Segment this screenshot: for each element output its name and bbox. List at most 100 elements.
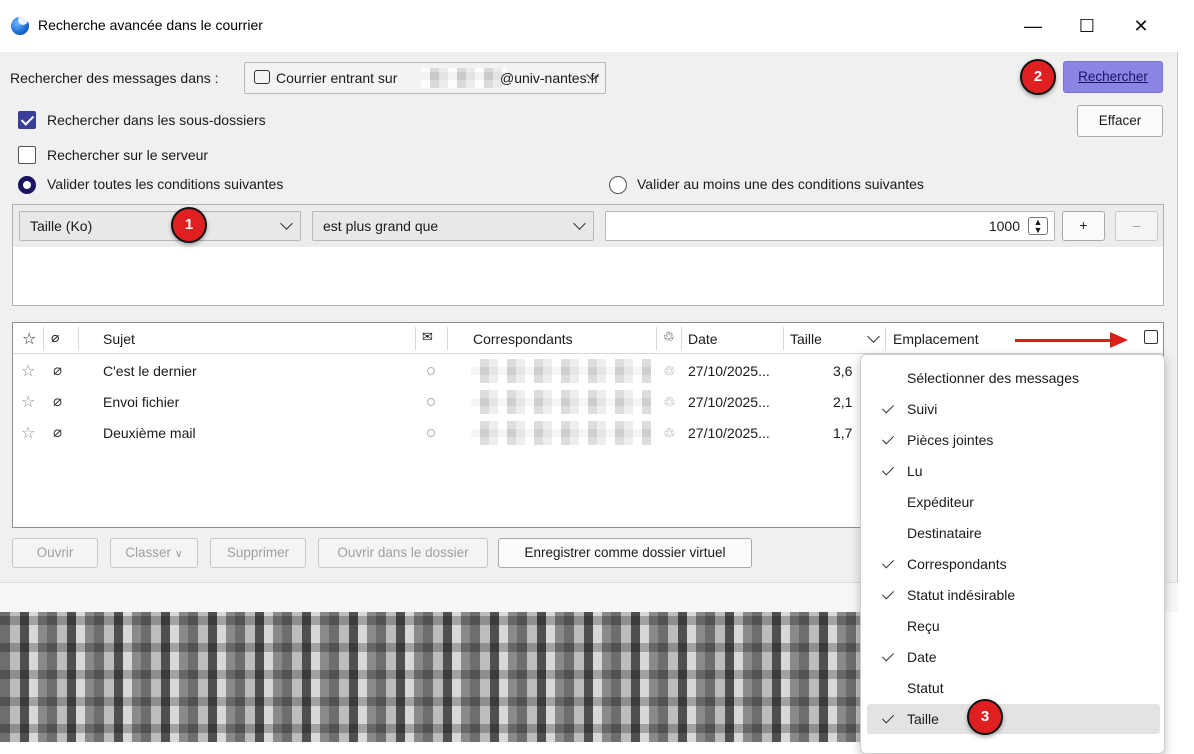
message-subject: Deuxième mail — [103, 425, 196, 441]
menu-item-label: Expéditeur — [907, 494, 974, 510]
menu-item-label: Correspondants — [907, 556, 1007, 572]
column-separator — [783, 327, 784, 350]
check-icon — [881, 556, 895, 569]
attachment-column-icon[interactable]: ⌀ — [51, 329, 59, 346]
message-size: 1,7 — [833, 425, 853, 441]
check-icon — [881, 587, 895, 600]
column-separator — [885, 327, 886, 350]
search-in-label: Rechercher des messages dans : — [10, 70, 219, 86]
redacted-correspondent — [471, 359, 651, 383]
window-title: Recherche avancée dans le courrier — [38, 17, 263, 33]
subfolders-checkbox[interactable] — [18, 111, 36, 129]
maximize-button[interactable]: ☐ — [1064, 12, 1110, 40]
junk-status-icon[interactable]: ♲ — [663, 394, 676, 411]
attachment-icon: ⌀ — [53, 393, 63, 410]
annotation-arrow-head — [1110, 332, 1128, 348]
redacted-correspondent — [471, 421, 651, 445]
open-in-folder-button[interactable]: Ouvrir dans le dossier — [318, 538, 488, 568]
junk-status-icon[interactable]: ♲ — [663, 363, 676, 380]
thunderbird-logo-icon — [11, 15, 29, 35]
message-subject: C'est le dernier — [103, 363, 197, 379]
column-separator — [78, 327, 79, 350]
read-status-column-icon[interactable]: ✉ — [422, 329, 433, 345]
match-any-label: Valider au moins une des conditions suiv… — [637, 176, 924, 192]
match-all-label: Valider toutes les conditions suivantes — [47, 176, 284, 192]
clear-button[interactable]: Effacer — [1077, 105, 1163, 137]
menu-item-label: Statut indésirable — [907, 587, 1016, 603]
date-column-header[interactable]: Date — [688, 331, 718, 347]
file-button[interactable]: Classer ∨ — [110, 538, 198, 568]
attachment-icon: ⌀ — [53, 362, 63, 379]
menu-item-status[interactable]: Statut — [867, 673, 1160, 703]
star-icon[interactable]: ☆ — [21, 361, 35, 381]
close-button[interactable]: ✕ — [1118, 12, 1164, 40]
menu-item-size[interactable]: Taille — [867, 704, 1160, 734]
menu-item-label: Reçu — [907, 618, 940, 634]
star-icon[interactable]: ☆ — [21, 392, 35, 412]
unread-dot-icon[interactable] — [427, 429, 435, 437]
unread-dot-icon[interactable] — [427, 367, 435, 375]
operator-select[interactable]: est plus grand que — [312, 211, 594, 241]
correspondents-column-header[interactable]: Correspondants — [473, 331, 573, 347]
step-badge-1: 1 — [171, 207, 207, 243]
chevron-down-icon: ∨ — [174, 548, 183, 560]
operator-select-value: est plus grand que — [323, 218, 439, 234]
column-picker-icon[interactable] — [1144, 330, 1158, 344]
stepper-icon[interactable]: ▲ ▼ — [1028, 217, 1048, 235]
menu-item-received[interactable]: Reçu — [867, 611, 1160, 641]
match-all-radio[interactable] — [18, 176, 36, 194]
menu-item-label: Pièces jointes — [907, 432, 994, 448]
menu-item-label: Statut — [907, 680, 944, 696]
field-select[interactable]: Taille (Ko) — [19, 211, 301, 241]
check-icon — [881, 711, 895, 724]
open-button[interactable]: Ouvrir — [12, 538, 98, 568]
junk-column-icon[interactable]: ♲ — [663, 329, 675, 345]
annotation-arrow — [1015, 339, 1115, 342]
check-icon — [881, 463, 895, 476]
menu-item-date[interactable]: Date — [867, 642, 1160, 672]
value-input-text: 1000 — [988, 218, 1020, 234]
junk-status-icon[interactable]: ♲ — [663, 425, 676, 442]
column-header: ☆ ⌀ Sujet ✉ Correspondants ♲ Date Taille… — [13, 323, 1163, 354]
menu-item-junk-status[interactable]: Statut indésirable — [867, 580, 1160, 610]
folder-select[interactable]: Courrier entrant sur @univ-nantes.fr — [244, 62, 606, 94]
remove-condition-button[interactable]: – — [1115, 211, 1158, 241]
redacted-correspondent — [471, 390, 651, 414]
message-size: 2,1 — [833, 394, 853, 410]
server-label: Rechercher sur le serveur — [47, 147, 209, 163]
star-icon[interactable]: ☆ — [21, 423, 35, 443]
size-column-header[interactable]: Taille — [790, 331, 822, 347]
server-checkbox[interactable] — [18, 146, 36, 164]
menu-item-recipient[interactable]: Destinataire — [867, 518, 1160, 548]
menu-item-attachments[interactable]: Pièces jointes — [867, 425, 1160, 455]
add-condition-button[interactable]: + — [1062, 211, 1105, 241]
minimize-button[interactable]: — — [1010, 12, 1056, 40]
folder-prefix: Courrier entrant sur — [276, 70, 398, 86]
menu-item-read[interactable]: Lu — [867, 456, 1160, 486]
subject-column-header[interactable]: Sujet — [103, 331, 135, 347]
column-separator — [415, 327, 416, 350]
check-icon — [881, 432, 895, 445]
message-date: 27/10/2025... — [688, 394, 770, 410]
match-any-radio[interactable] — [609, 176, 627, 194]
column-separator — [43, 327, 44, 350]
folder-domain: @univ-nantes.fr — [500, 70, 600, 86]
menu-item-label: Destinataire — [907, 525, 982, 541]
column-separator — [447, 327, 448, 350]
unread-dot-icon[interactable] — [427, 398, 435, 406]
delete-button[interactable]: Supprimer — [210, 538, 306, 568]
value-input[interactable]: 1000 ▲ ▼ — [605, 211, 1055, 241]
menu-item-sender[interactable]: Expéditeur — [867, 487, 1160, 517]
menu-item-select-messages[interactable]: Sélectionner des messages — [867, 363, 1160, 393]
search-button[interactable]: Rechercher — [1063, 61, 1163, 93]
menu-item-correspondents[interactable]: Correspondants — [867, 549, 1160, 579]
title-bar: Recherche avancée dans le courrier — ☐ ✕ — [0, 0, 1178, 52]
check-icon — [881, 649, 895, 662]
location-column-header[interactable]: Emplacement — [893, 331, 979, 347]
attachment-icon: ⌀ — [53, 424, 63, 441]
save-virtual-folder-button[interactable]: Enregistrer comme dossier virtuel — [498, 538, 752, 568]
step-badge-3: 3 — [967, 699, 1003, 735]
menu-item-followup[interactable]: Suivi — [867, 394, 1160, 424]
menu-item-label: Sélectionner des messages — [907, 370, 1079, 386]
star-column-icon[interactable]: ☆ — [22, 329, 36, 349]
